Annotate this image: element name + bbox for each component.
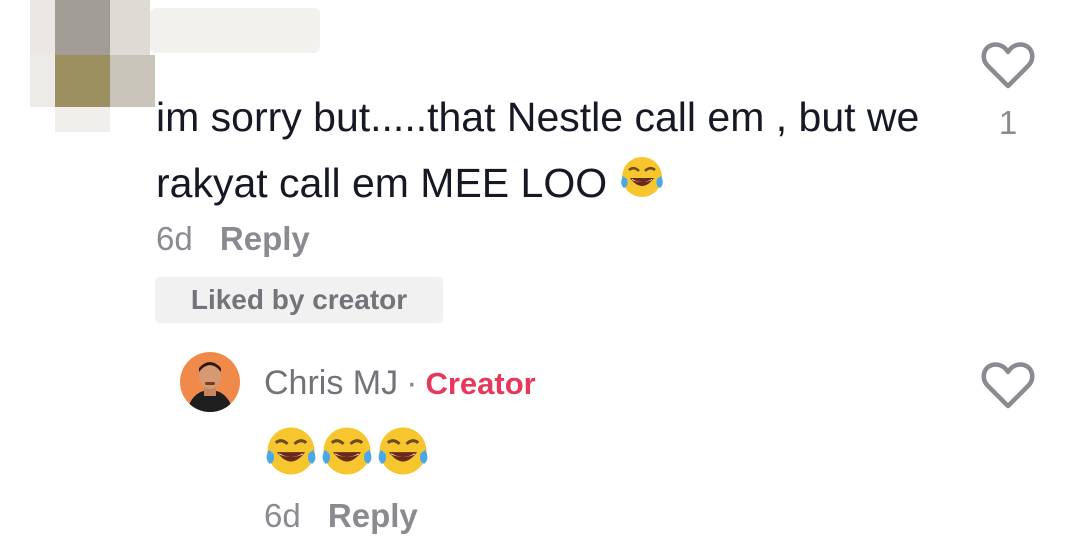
reply-like-button[interactable] (980, 360, 1036, 412)
comment-text: im sorry but.....that Nestle call em , b… (156, 84, 956, 219)
comment-meta: 6d Reply (156, 220, 310, 258)
heart-icon (980, 362, 1036, 416)
comment-like-count: 1 (998, 104, 1018, 141)
reply-meta: 6d Reply (264, 497, 418, 535)
separator-dot: · (406, 364, 418, 402)
laughing-emoji-icon (619, 153, 665, 219)
comment-like-button[interactable] (980, 40, 1036, 92)
comment-time: 6d (156, 220, 193, 257)
reply-author-name[interactable]: Chris MJ (264, 364, 398, 402)
laughing-emoji-icon (320, 424, 374, 483)
laughing-emoji-icon (264, 424, 318, 483)
reply-reply-button[interactable]: Reply (328, 497, 418, 534)
avatar[interactable] (180, 352, 240, 412)
laughing-emoji-icon (376, 424, 430, 483)
reply-author-line: Chris MJ · Creator (264, 361, 536, 406)
reply-time: 6d (264, 497, 301, 534)
comment-body: im sorry but.....that Nestle call em , b… (156, 94, 920, 206)
heart-icon (980, 42, 1036, 96)
liked-by-creator-badge: Liked by creator (155, 277, 443, 323)
comment-reply-button[interactable]: Reply (220, 220, 310, 257)
reply-emojis (264, 424, 430, 483)
creator-label: Creator (425, 366, 536, 401)
